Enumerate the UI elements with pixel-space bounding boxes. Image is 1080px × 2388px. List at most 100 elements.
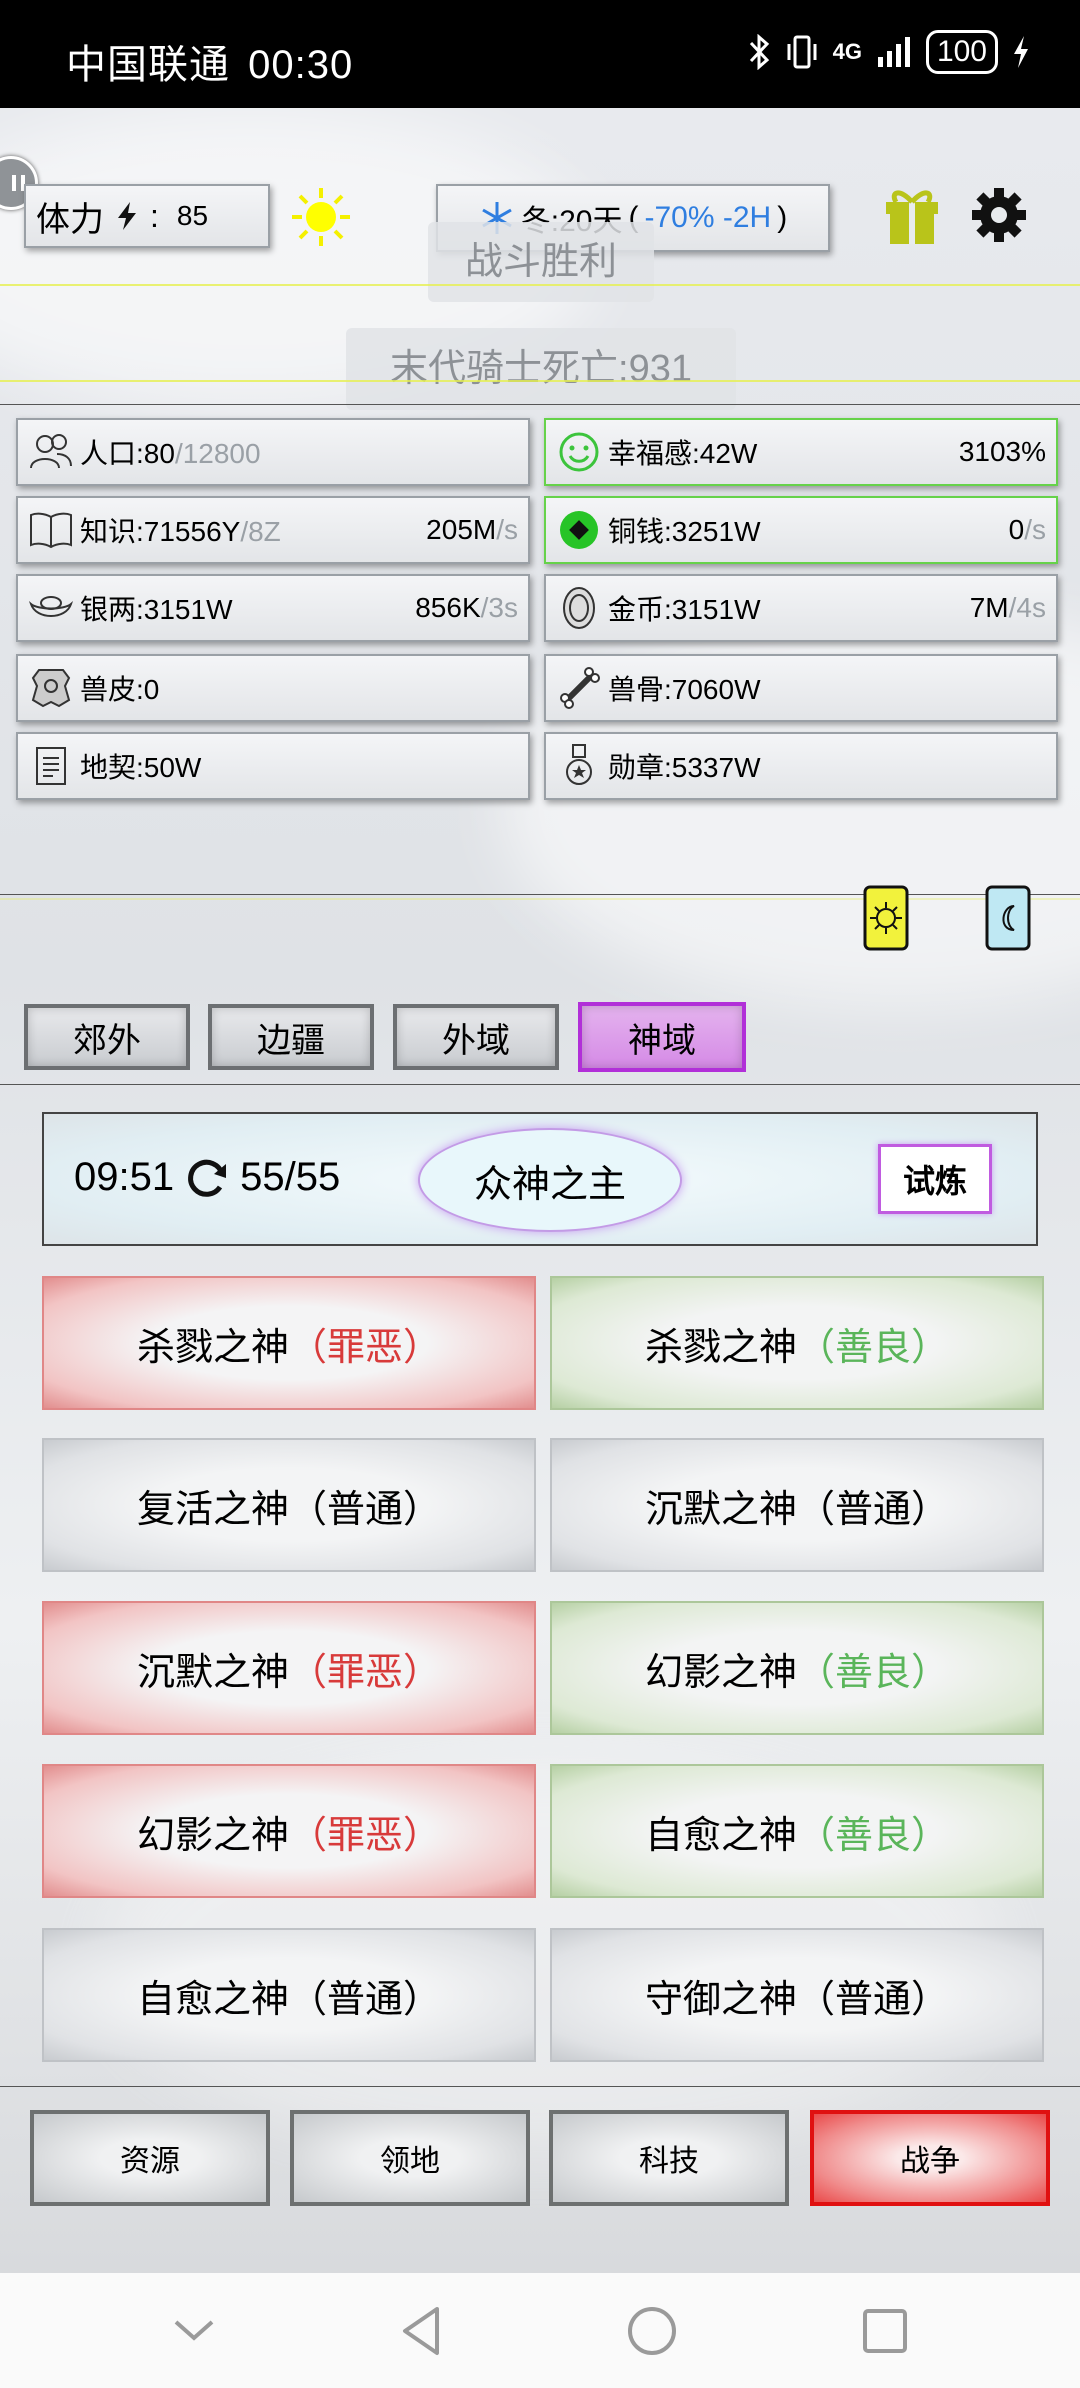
tab-frontier[interactable]: 边疆 — [208, 1004, 374, 1070]
god-name: 自愈之神 — [136, 1978, 289, 2021]
status-bar: 中国联通 00:30 4G 100 — [0, 0, 1080, 108]
home-icon[interactable] — [626, 2305, 678, 2357]
god-card[interactable]: 幻影之神 （善良） — [550, 1601, 1044, 1735]
status-icons: 4G 100 — [747, 30, 1030, 74]
god-card[interactable]: 守御之神 （普通） — [550, 1928, 1044, 2062]
god-card[interactable]: 杀戮之神 （善良） — [550, 1276, 1044, 1410]
resource-happiness[interactable]: 幸福感:42W 3103% — [544, 418, 1058, 486]
nav-territory[interactable]: 领地 — [290, 2110, 530, 2206]
divider — [0, 2086, 1080, 2087]
god-tag: （罪恶） — [289, 1651, 442, 1694]
god-name: 沉默之神 — [644, 1488, 797, 1531]
trial-timer: 09:51 55/55 — [74, 1154, 340, 1200]
divider-yellow — [0, 284, 1080, 286]
moon-card-icon[interactable] — [984, 884, 1032, 952]
divider-yellow — [0, 898, 1080, 900]
god-tag: （善良） — [797, 1326, 950, 1369]
status-time: 00:30 — [248, 43, 354, 87]
tab-outer-domain[interactable]: 外域 — [393, 1004, 559, 1070]
resource-label: 银两:3151W — [80, 594, 233, 625]
kill-message-toast: 末代骑士死亡:931 — [346, 328, 736, 410]
stamina-value: 85 — [176, 200, 209, 231]
resource-medal[interactable]: 勋章:5337W — [544, 732, 1058, 800]
season-effect: -70% -2H — [644, 201, 772, 234]
resource-label: 兽骨:7060W — [608, 674, 761, 705]
gear-icon[interactable] — [970, 186, 1028, 244]
resource-deed[interactable]: 地契:50W — [16, 732, 530, 800]
stamina-panel: 体力 : 85 — [24, 184, 270, 248]
god-card[interactable]: 杀戮之神 （罪恶） — [42, 1276, 536, 1410]
resource-population[interactable]: 人口:80/12800 — [16, 418, 530, 486]
signal-icon — [877, 37, 910, 67]
resource-copper[interactable]: 铜钱:3251W 0/s — [544, 496, 1058, 564]
recents-icon[interactable] — [861, 2307, 909, 2355]
god-tag: （普通） — [289, 1978, 442, 2021]
god-card[interactable]: 沉默之神 （罪恶） — [42, 1601, 536, 1735]
god-tag: （普通） — [797, 1978, 950, 2021]
stamina-label: 体力 — [36, 200, 104, 239]
tab-divine-domain[interactable]: 神域 — [578, 1002, 746, 1072]
god-card[interactable]: 自愈之神 （善良） — [550, 1764, 1044, 1898]
resource-label: 地契:50W — [80, 752, 202, 783]
vibrate-icon — [787, 35, 817, 69]
sun-card-icon[interactable] — [862, 884, 910, 952]
back-icon[interactable] — [399, 2305, 443, 2357]
divider — [0, 894, 1080, 895]
copper-coin-icon — [556, 507, 602, 553]
charging-icon — [1014, 36, 1028, 68]
resource-label: 金币:3151W — [608, 594, 761, 625]
carrier-name: 中国联通 — [66, 43, 230, 87]
battle-result-toast: 战斗胜利 — [428, 222, 654, 302]
god-name: 杀戮之神 — [644, 1326, 797, 1369]
resource-bone[interactable]: 兽骨:7060W — [544, 654, 1058, 722]
lightning-icon — [118, 202, 136, 230]
god-card[interactable]: 幻影之神 （罪恶） — [42, 1764, 536, 1898]
resource-label: 知识:71556Y — [80, 516, 241, 547]
bluetooth-icon — [749, 34, 769, 70]
resource-rate: 0 — [1008, 514, 1025, 545]
god-tag: （罪恶） — [289, 1326, 442, 1369]
resource-label: 勋章:5337W — [608, 752, 761, 783]
attempt-count: 55/55 — [240, 1154, 341, 1199]
season-paren-close: ) — [777, 201, 788, 234]
resource-rate: 205M — [426, 514, 497, 545]
divider-yellow — [0, 380, 1080, 382]
resource-rate-unit: /4s — [1008, 592, 1046, 623]
resource-knowledge[interactable]: 知识:71556Y/8Z 205M/s — [16, 496, 530, 564]
bone-icon — [556, 665, 602, 711]
resource-rate-unit: /s — [1024, 514, 1046, 545]
god-tag: （罪恶） — [289, 1814, 442, 1857]
nav-technology[interactable]: 科技 — [549, 2110, 789, 2206]
stamina-separator: : — [150, 197, 159, 234]
gold-coin-icon — [556, 585, 602, 631]
god-tag: （普通） — [797, 1488, 950, 1531]
battery-indicator: 100 — [925, 30, 998, 74]
nav-war[interactable]: 战争 — [810, 2110, 1050, 2206]
tab-outskirts[interactable]: 郊外 — [24, 1004, 190, 1070]
trial-button[interactable]: 试炼 — [878, 1144, 992, 1214]
god-card[interactable]: 沉默之神 （普通） — [550, 1438, 1044, 1572]
resource-label: 幸福感:42W — [608, 438, 758, 469]
god-card[interactable]: 自愈之神 （普通） — [42, 1928, 536, 2062]
hide-icon — [28, 665, 74, 711]
god-card[interactable]: 复活之神 （普通） — [42, 1438, 536, 1572]
resource-rate-unit: /s — [496, 514, 518, 545]
people-icon — [28, 429, 74, 475]
resource-silver[interactable]: 银两:3151W 856K/3s — [16, 574, 530, 642]
god-name: 守御之神 — [644, 1978, 797, 2021]
god-name: 复活之神 — [136, 1488, 289, 1531]
resource-rate-unit: /3s — [480, 592, 518, 623]
nav-resources[interactable]: 资源 — [30, 2110, 270, 2206]
refresh-icon — [188, 1159, 227, 1197]
resource-hide[interactable]: 兽皮:0 — [16, 654, 530, 722]
god-tag: （普通） — [289, 1488, 442, 1531]
trial-header: 09:51 55/55 众神之主 试炼 — [42, 1112, 1038, 1246]
god-name: 自愈之神 — [644, 1814, 797, 1857]
chevron-down-icon[interactable] — [172, 2316, 216, 2346]
smile-icon — [556, 429, 602, 475]
medal-icon — [556, 743, 602, 789]
resource-rate: 3103% — [958, 436, 1046, 467]
resource-gold[interactable]: 金币:3151W 7M/4s — [544, 574, 1058, 642]
gift-icon[interactable] — [884, 184, 940, 246]
status-carrier: 中国联通 00:30 — [66, 32, 353, 90]
